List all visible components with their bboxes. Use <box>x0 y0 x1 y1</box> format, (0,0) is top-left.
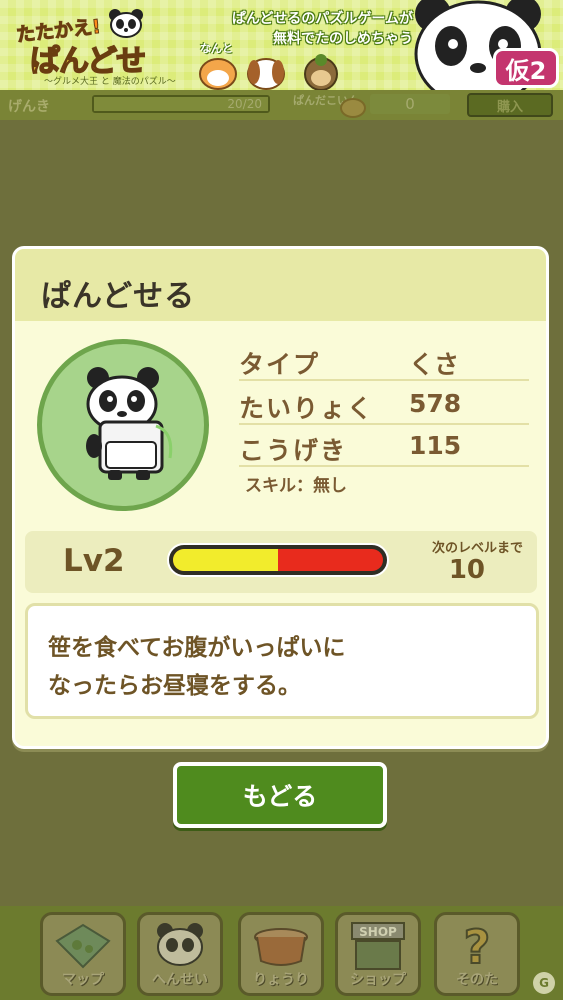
description-line2: なったらお昼寝をする。 <box>48 673 301 699</box>
panda-icon <box>157 923 203 966</box>
stamina-value: 20/20 <box>227 97 262 111</box>
nav-label-cooking: りょうり <box>253 972 309 988</box>
status-bar: げんき 20/20 ぱんだこいん 0 購入 <box>0 90 563 120</box>
character-avatar <box>37 339 209 511</box>
nav-label-other: そのた <box>456 972 498 988</box>
nav-item-cooking[interactable]: りょうり <box>238 912 324 996</box>
stat-label-hp: たいりょく <box>239 394 375 423</box>
watermark-logo: G <box>533 972 555 994</box>
nav-item-map[interactable]: マップ <box>40 912 126 996</box>
stat-row-hp: たいりょく 578 <box>239 385 529 425</box>
buy-button[interactable]: 購入 <box>467 93 553 117</box>
shop-sign-text: SHOP <box>359 925 397 939</box>
logo-subtitle: 〜グルメ大王 と 魔法のパズル〜 <box>44 77 176 87</box>
nav-item-team[interactable]: へんせい <box>137 912 223 996</box>
description-box: 笹を食べてお腹がいっぱいに なったらお昼寝をする。 <box>25 603 539 719</box>
nav-label-shop: ショップ <box>350 972 406 988</box>
skill-text: スキル：無し <box>245 476 347 496</box>
dialog-header: ぱんどせる <box>15 249 546 321</box>
coin-value: 0 <box>370 94 450 114</box>
promo-text-line1: ぱんどせるのパズルゲームが <box>231 11 413 27</box>
back-button[interactable]: もどる <box>173 762 387 828</box>
level-strip: Lv2 次のレベルまで 10 <box>25 531 537 593</box>
nav-item-shop[interactable]: SHOP ショップ <box>335 912 421 996</box>
game-logo: たたかえ! ぱんどせる!! 〜グルメ大王 と 魔法のパズル〜 <box>10 6 195 90</box>
question-glyph: ? <box>464 921 491 971</box>
character-name: ぱんどせる <box>41 279 196 314</box>
nav-label-map: マップ <box>62 972 104 988</box>
question-icon: ? <box>463 921 492 971</box>
panda-backpack-icon <box>86 367 173 480</box>
shop-icon: SHOP <box>351 922 405 970</box>
coin-icon <box>340 98 366 118</box>
nav-label-team: へんせい <box>152 972 208 988</box>
stat-label-type: タイプ <box>239 350 321 379</box>
stat-value-type: くさ <box>409 350 460 379</box>
stat-value-hp: 578 <box>409 389 462 418</box>
animal-characters-icon <box>199 54 338 90</box>
level-text: Lv2 <box>63 543 125 579</box>
promo-text-line2: 無料でたのしめちゃう <box>273 31 413 47</box>
description-line1: 笹を食べてお腹がいっぱいに <box>48 635 346 661</box>
exp-bar <box>167 543 389 577</box>
exp-fill <box>173 549 278 571</box>
stamina-bar: 20/20 <box>92 95 270 113</box>
character-detail-dialog: ぱんどせる タイプ くさ たいりょく 578 こうげき 115 スキル：無し L… <box>12 246 549 749</box>
panda-face-icon <box>109 9 143 38</box>
version-badge: 仮2 <box>493 48 559 88</box>
map-icon <box>55 923 111 969</box>
promo-banner[interactable]: たたかえ! ぱんどせる!! 〜グルメ大王 と 魔法のパズル〜 ぱんどせるのパズル… <box>0 0 563 90</box>
next-level-value: 10 <box>448 555 485 585</box>
stat-row-attack: こうげき 115 <box>239 427 529 467</box>
next-level-label: 次のレベルまで <box>431 541 523 556</box>
stamina-label: げんき <box>8 99 50 115</box>
stat-label-attack: こうげき <box>239 436 348 465</box>
nav-item-other[interactable]: ? そのた <box>434 912 520 996</box>
pot-icon <box>254 928 308 966</box>
stat-row-type: タイプ くさ <box>239 341 529 381</box>
exp-track <box>173 549 383 571</box>
bottom-nav: マップ へんせい りょうり SHOP ショップ ? そのた G <box>0 906 563 1000</box>
stat-value-attack: 115 <box>409 431 462 460</box>
